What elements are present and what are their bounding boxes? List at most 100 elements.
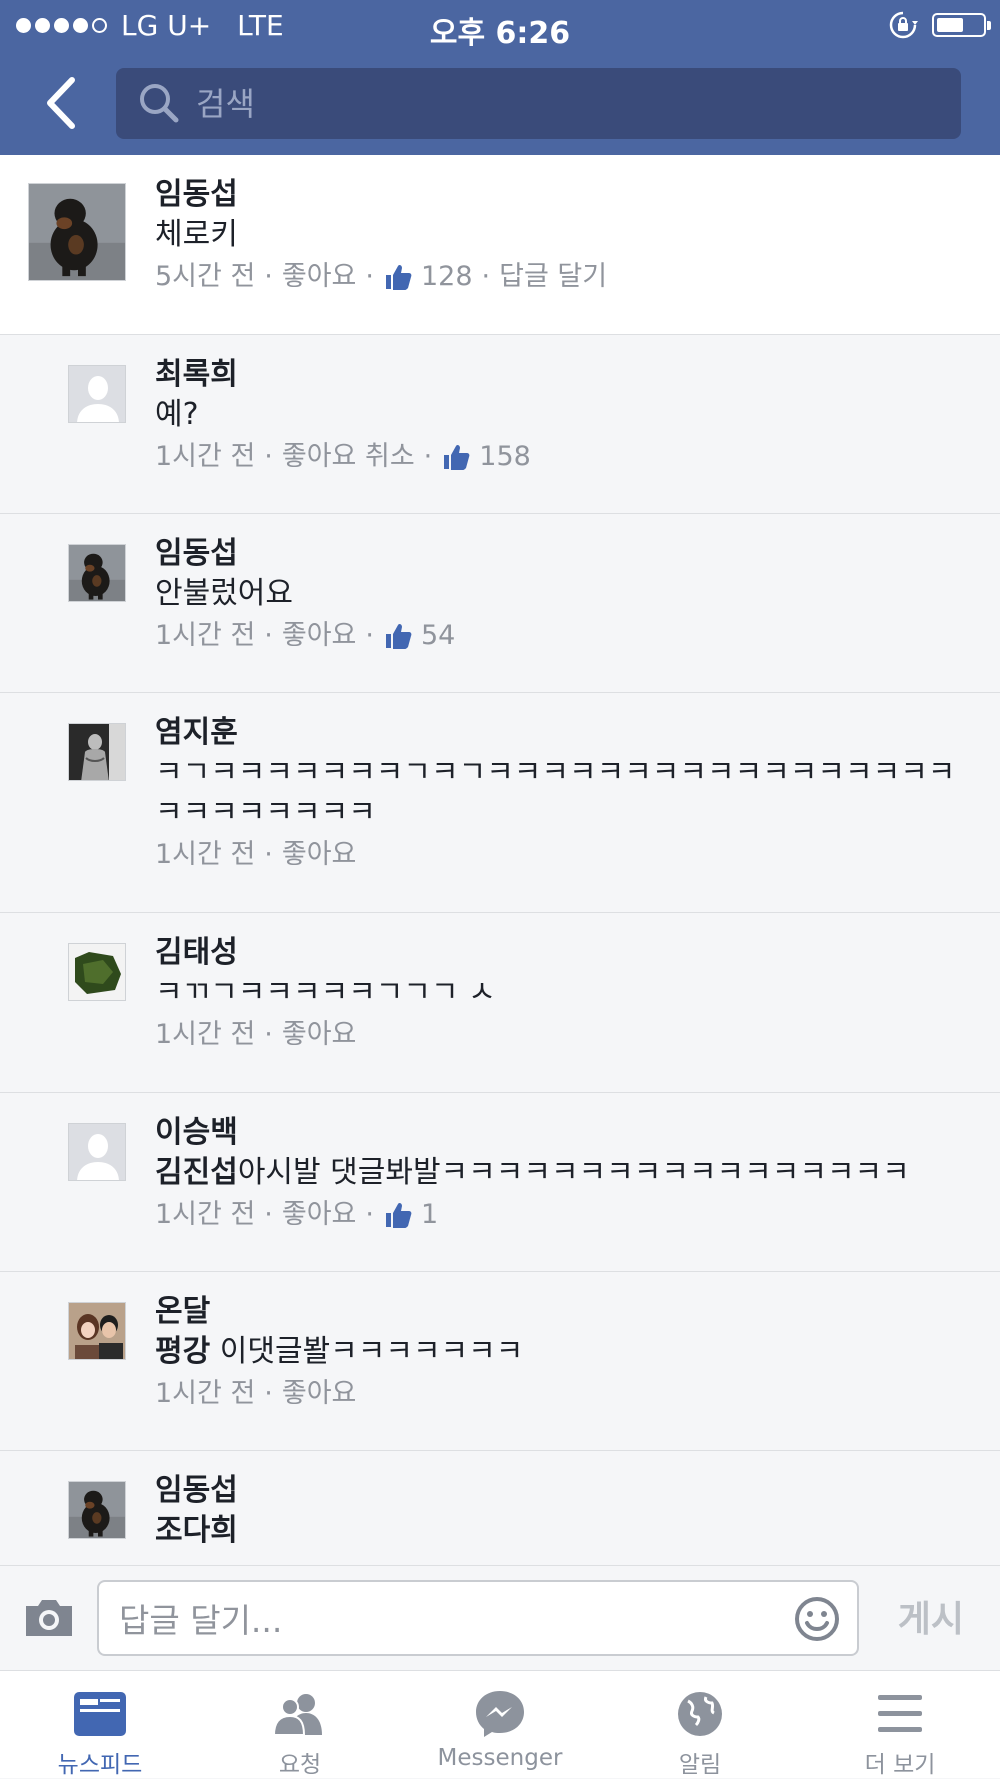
like-link[interactable]: 좋아요 — [282, 1015, 357, 1055]
thumbs-up-icon — [383, 1200, 413, 1230]
reply-link[interactable]: 답글 달기 — [499, 257, 607, 297]
comment-text-body: 이댓글봘ㅋㅋㅋㅋㅋㅋㅋ — [210, 1334, 524, 1369]
comment-meta: 1시간 전 · 좋아요 — [155, 1374, 960, 1414]
tab-more[interactable]: 더 보기 — [800, 1671, 1000, 1778]
commenter-name[interactable]: 임동섭 — [155, 175, 960, 215]
tab-label: Messenger — [437, 1745, 563, 1771]
comment-time: 5시간 전 — [155, 261, 256, 292]
tab-news-feed[interactable]: 뉴스피드 — [0, 1671, 200, 1778]
thumbs-up-icon — [383, 262, 413, 292]
commenter-name[interactable]: 이승백 — [155, 1113, 960, 1153]
commenter-name[interactable]: 임동섭 — [155, 534, 960, 574]
camera-button[interactable] — [22, 1598, 76, 1642]
search-input[interactable] — [194, 76, 938, 132]
comment-item: 임동섭 안불렀어요 1시간 전 · 좋아요 · 54 — [0, 514, 1000, 693]
rotation-lock-icon — [889, 11, 918, 39]
avatar[interactable] — [68, 723, 126, 781]
commenter-name[interactable]: 온달 — [155, 1292, 960, 1332]
comment-meta: 1시간 전 · 좋아요 — [155, 1015, 960, 1055]
tab-friend-requests[interactable]: 요청 — [200, 1671, 400, 1778]
comment-time: 1시간 전 — [155, 620, 256, 651]
thumbs-up-icon — [383, 621, 413, 651]
like-link[interactable]: 좋아요 — [282, 835, 357, 875]
commenter-name[interactable]: 염지훈 — [155, 713, 960, 753]
tab-label: 뉴스피드 — [57, 1752, 143, 1778]
comment-item: 염지훈 ㅋㄱㅋㅋㅋㅋㅋㅋㅋㄱㅋㄱㅋㅋㅋㅋㅋㅋㅋㅋㅋㅋㅋㅋㅋㅋㅋㅋㅋㅋㅋㅋㅋㅋㅋㅋ… — [0, 693, 1000, 913]
avatar[interactable] — [68, 1302, 126, 1360]
friend-requests-icon — [272, 1694, 322, 1736]
comment-text: ㅋㄲㄱㅋㅋㅋㅋㅋㄱㄱㄱ ㅅ — [155, 975, 496, 1010]
like-link[interactable]: 좋아요 — [282, 616, 357, 656]
comment-item: 이승백 김진섭아시발 댓글봐발ㅋㅋㅋㅋㅋㅋㅋㅋㅋㅋㅋㅋㅋㅋㅋㅋㅋ 1시간 전 · … — [0, 1093, 1000, 1272]
comment-text: 체로키 — [155, 217, 238, 252]
top-navigation-bar — [0, 52, 1000, 155]
comment-list: 임동섭 체로키 5시간 전 · 좋아요 · 128 · 답글 달기 최록희 예? 1시… — [0, 155, 1000, 1565]
comment-meta: 1시간 전 · 좋아요 — [155, 835, 960, 875]
avatar[interactable] — [68, 544, 126, 602]
mention-link[interactable]: 평강 — [155, 1334, 210, 1369]
news-feed-icon — [74, 1692, 126, 1736]
tab-label: 더 보기 — [864, 1752, 936, 1778]
reply-field[interactable] — [97, 1580, 859, 1656]
globe-notifications-icon — [678, 1692, 722, 1736]
comment-item: 온달 평강 이댓글봘ㅋㅋㅋㅋㅋㅋㅋ 1시간 전 · 좋아요 — [0, 1272, 1000, 1451]
commenter-name[interactable]: 김태성 — [155, 933, 960, 973]
back-button[interactable] — [38, 70, 88, 136]
tab-messenger[interactable]: Messenger — [400, 1671, 600, 1778]
like-count[interactable]: 158 — [479, 437, 531, 477]
chevron-left-icon — [47, 77, 75, 129]
comment-text-body: 아시발 댓글봐발ㅋㅋㅋㅋㅋㅋㅋㅋㅋㅋㅋㅋㅋㅋㅋㅋㅋ — [237, 1155, 910, 1190]
like-count[interactable]: 128 — [421, 257, 473, 297]
battery-icon — [932, 13, 991, 37]
avatar[interactable] — [28, 183, 126, 281]
mention-link[interactable]: 김진섭 — [155, 1155, 238, 1190]
comment-item: 최록희 예? 1시간 전 · 좋아요 취소 · 158 — [0, 335, 1000, 514]
avatar[interactable] — [68, 943, 126, 1001]
seaweed-avatar-image — [69, 944, 126, 1001]
comment-text: ㅋㄱㅋㅋㅋㅋㅋㅋㅋㄱㅋㄱㅋㅋㅋㅋㅋㅋㅋㅋㅋㅋㅋㅋㅋㅋㅋㅋㅋㅋㅋㅋㅋㅋㅋㅋㅋ — [155, 755, 956, 830]
comment-time: 1시간 전 — [155, 839, 256, 870]
comment-time: 1시간 전 — [155, 1378, 256, 1409]
comment-meta: 5시간 전 · 좋아요 · 128 · 답글 달기 — [155, 257, 960, 297]
messenger-icon — [476, 1691, 524, 1737]
comment-time: 1시간 전 — [155, 1019, 256, 1050]
like-link[interactable]: 좋아요 — [282, 257, 357, 297]
smiley-icon — [795, 1597, 839, 1641]
tab-notifications[interactable]: 알림 — [600, 1671, 800, 1778]
commenter-name[interactable]: 최록희 — [155, 355, 960, 395]
tab-label: 알림 — [678, 1752, 722, 1778]
comment-item: 임동섭 체로키 5시간 전 · 좋아요 · 128 · 답글 달기 — [0, 155, 1000, 335]
unlike-link[interactable]: 좋아요 취소 — [282, 437, 415, 477]
hamburger-menu-icon — [878, 1695, 922, 1732]
comment-item: 김태성 ㅋㄲㄱㅋㅋㅋㅋㅋㄱㄱㄱ ㅅ 1시간 전 · 좋아요 — [0, 913, 1000, 1093]
search-box[interactable] — [116, 68, 961, 139]
rottweiler-avatar-image — [69, 545, 126, 602]
comment-time: 1시간 전 — [155, 1199, 256, 1230]
search-icon — [140, 84, 179, 123]
comment-time: 1시간 전 — [155, 441, 256, 472]
mention-link[interactable]: 조다희 — [155, 1513, 238, 1548]
avatar[interactable] — [68, 1123, 126, 1181]
thumbs-up-icon — [441, 442, 471, 472]
like-count[interactable]: 1 — [421, 1195, 438, 1235]
comment-meta: 1시간 전 · 좋아요 · 1 — [155, 1195, 960, 1235]
default-profile-icon — [69, 1124, 126, 1181]
comment-text: 김진섭아시발 댓글봐발ㅋㅋㅋㅋㅋㅋㅋㅋㅋㅋㅋㅋㅋㅋㅋㅋㅋ — [155, 1153, 960, 1193]
emoji-button[interactable] — [793, 1595, 841, 1647]
like-link[interactable]: 좋아요 — [282, 1195, 357, 1235]
commenter-name[interactable]: 임동섭 — [155, 1471, 960, 1511]
tab-label: 요청 — [278, 1752, 322, 1778]
bottom-tab-bar: 뉴스피드 요청 Messenger 알림 더 보기 — [0, 1670, 1000, 1778]
person-avatar-image — [69, 724, 126, 781]
comment-text: 조다희 — [155, 1511, 960, 1551]
reply-input[interactable] — [117, 1592, 781, 1648]
avatar[interactable] — [68, 365, 126, 423]
like-count[interactable]: 54 — [421, 616, 455, 656]
reply-composer: 게시 — [0, 1565, 1000, 1671]
like-link[interactable]: 좋아요 — [282, 1374, 357, 1414]
avatar[interactable] — [68, 1481, 126, 1539]
camera-icon — [26, 1600, 72, 1636]
post-button[interactable]: 게시 — [898, 1590, 964, 1642]
clock: 오후 6:26 — [429, 16, 571, 51]
status-bar: LG U+ LTE 오후 6:26 — [0, 0, 1000, 52]
